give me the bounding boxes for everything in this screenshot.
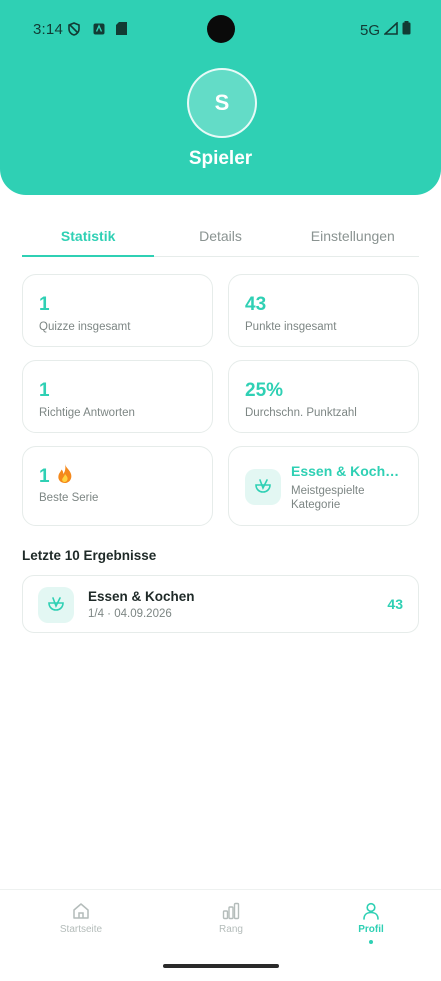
home-indicator[interactable] [163,964,279,968]
avatar-initial: S [214,90,230,115]
stat-card-total-points: 43 Punkte insgesamt [228,274,419,347]
stat-card-average-score: 25% Durchschn. Punktzahl [228,360,419,433]
stat-label: Richtige Antworten [39,407,135,419]
home-icon [31,902,131,920]
stat-card-total-quizzes: 1 Quizze insgesamt [22,274,213,347]
tab-statistik[interactable]: Statistik [22,218,155,257]
battery-icon [402,21,411,39]
profile-header: 3:14 5G S Spieler [0,0,441,195]
profile-tabs: Statistik Details Einstellungen [22,218,419,257]
stat-value: 43 [245,294,267,315]
stat-value: 1 [39,380,50,401]
stat-label: Beste Serie [39,492,99,504]
nav-label: Rang [219,924,243,935]
stat-value-row: 1 [39,463,74,490]
stat-value: 1 [39,294,50,315]
status-right: 5G [359,20,411,39]
nav-label: Startseite [59,924,103,935]
nav-item-profil[interactable]: Profil [321,902,421,944]
camera-cutout [207,15,235,43]
nav-label: Profil [358,924,384,935]
user-icon [321,902,421,920]
status-time: 3:14 [33,21,63,38]
stat-label: Durchschn. Punktzahl [245,407,357,419]
result-score: 43 [387,596,403,612]
status-bar: 3:14 5G [0,0,441,58]
stat-value: 25% [245,380,284,401]
profile-name: Spieler [188,148,253,169]
signal-icon [382,20,398,39]
fire-icon [56,463,74,490]
result-title: Essen & Kochen [88,589,195,604]
stat-card-correct-answers: 1 Richtige Antworten [22,360,213,433]
list-item[interactable]: Essen & Kochen 1/4 · 04.09.2026 43 [22,575,419,633]
bar-chart-icon [181,902,281,920]
dnd-shield-icon [67,22,81,40]
top-category-title: Essen & Koch… [291,463,400,479]
stat-value: 1 [39,466,50,487]
network-type: 5G [359,21,380,39]
stat-card-best-streak: 1 Beste Serie [22,446,213,526]
nav-item-rang[interactable]: Rang [181,902,281,935]
tab-einstellungen[interactable]: Einstellungen [287,218,419,256]
recent-results-title: Letzte 10 Ergebnisse [22,548,157,563]
active-indicator-dot [369,940,373,944]
food-bowl-icon [245,469,281,505]
stat-label: Punkte insgesamt [245,321,337,333]
app-notification-icon [93,22,105,39]
stat-label: Quizze insgesamt [39,321,131,333]
top-category-label: Meistgespielte Kategorie [291,485,365,511]
result-meta: 1/4 · 04.09.2026 [88,608,172,620]
stat-card-top-category: Essen & Koch… Meistgespielte Kategorie [228,446,419,526]
sim-card-icon [116,22,127,39]
avatar[interactable]: S [187,68,257,138]
nav-item-home[interactable]: Startseite [31,902,131,935]
profile-screen: 3:14 5G S Spieler Statistik Details Eins… [0,0,441,981]
food-bowl-icon [38,587,74,623]
tab-details[interactable]: Details [154,218,286,256]
